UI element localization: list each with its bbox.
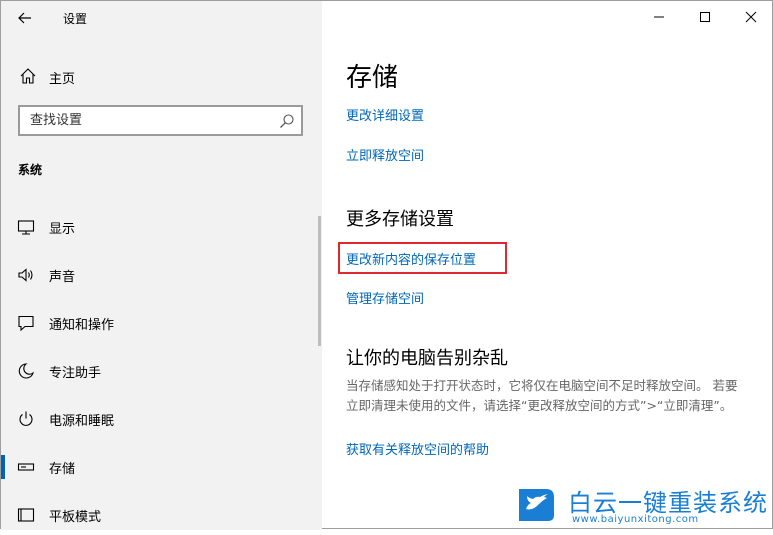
sidebar-item-label: 专注助手 [49,366,102,381]
minimize-button[interactable] [636,1,682,33]
close-icon [745,11,757,23]
sidebar-item-label: 存储 [49,462,76,477]
change-save-location-link[interactable]: 更改新内容的保存位置 [346,249,476,268]
help-link[interactable]: 获取有关释放空间的帮助 [346,439,489,458]
tablet-icon [17,508,35,522]
home-label: 主页 [49,72,76,87]
title-bar: 设置 [1,1,322,35]
scrollbar[interactable] [318,216,321,346]
speaker-icon [18,268,33,282]
sidebar-item-label: 通知和操作 [49,318,115,333]
sidebar-item-label: 声音 [49,270,76,285]
search-icon[interactable] [279,113,295,129]
close-button[interactable] [728,1,773,33]
sidebar-item-home[interactable]: 主页 [1,59,322,93]
maximize-button[interactable] [682,1,728,33]
sidebar-item-label: 电源和睡眠 [49,414,115,429]
settings-window: 设置 主页 系统 显示 [0,0,773,530]
app-title: 设置 [63,12,88,26]
change-detail-settings-link[interactable]: 更改详细设置 [346,105,424,124]
more-storage-settings-heading: 更多存储设置 [346,209,454,230]
declutter-description: 当存储感知处于打开状态时，它将仅在电脑空间不足时释放空间。 若要立即清理未使用的… [346,378,738,413]
power-icon [19,411,33,426]
free-up-space-now-link[interactable]: 立即释放空间 [346,145,424,164]
sidebar-item-label: 平板模式 [49,510,102,525]
search-box[interactable] [18,105,303,136]
page-title: 存储 [346,63,399,93]
sidebar-item-label: 显示 [49,222,76,237]
sidebar: 设置 主页 系统 显示 [1,1,322,530]
sidebar-item-storage[interactable]: 存储 [1,447,322,487]
notification-icon [18,315,34,332]
minimize-icon [654,16,664,18]
selection-indicator [1,455,5,479]
sidebar-item-focus-assist[interactable]: 专注助手 [1,351,322,391]
sidebar-item-power-sleep[interactable]: 电源和睡眠 [1,399,322,439]
declutter-heading: 让你的电脑告别杂乱 [346,348,508,369]
manage-storage-spaces-link[interactable]: 管理存储空间 [346,288,424,307]
section-label-system: 系统 [18,163,43,177]
search-input[interactable] [20,107,280,134]
sidebar-item-sound[interactable]: 声音 [1,255,322,295]
home-icon [20,68,36,84]
back-button[interactable] [11,4,39,32]
sidebar-item-notifications[interactable]: 通知和操作 [1,303,322,343]
watermark-url: www.baiyunxitong.com [572,514,699,525]
sidebar-item-display[interactable]: 显示 [1,207,322,247]
sidebar-item-tablet-mode[interactable]: 平板模式 [1,495,322,535]
watermark-text: 白云一键重装系统 [568,489,768,517]
maximize-icon [700,12,710,22]
bird-logo-icon [519,489,554,521]
storage-icon [17,463,35,471]
back-arrow-icon [18,12,31,24]
moon-icon [18,363,35,379]
monitor-icon [17,220,35,235]
watermark: 白云一键重装系统 www.baiyunxitong.com [516,483,773,530]
